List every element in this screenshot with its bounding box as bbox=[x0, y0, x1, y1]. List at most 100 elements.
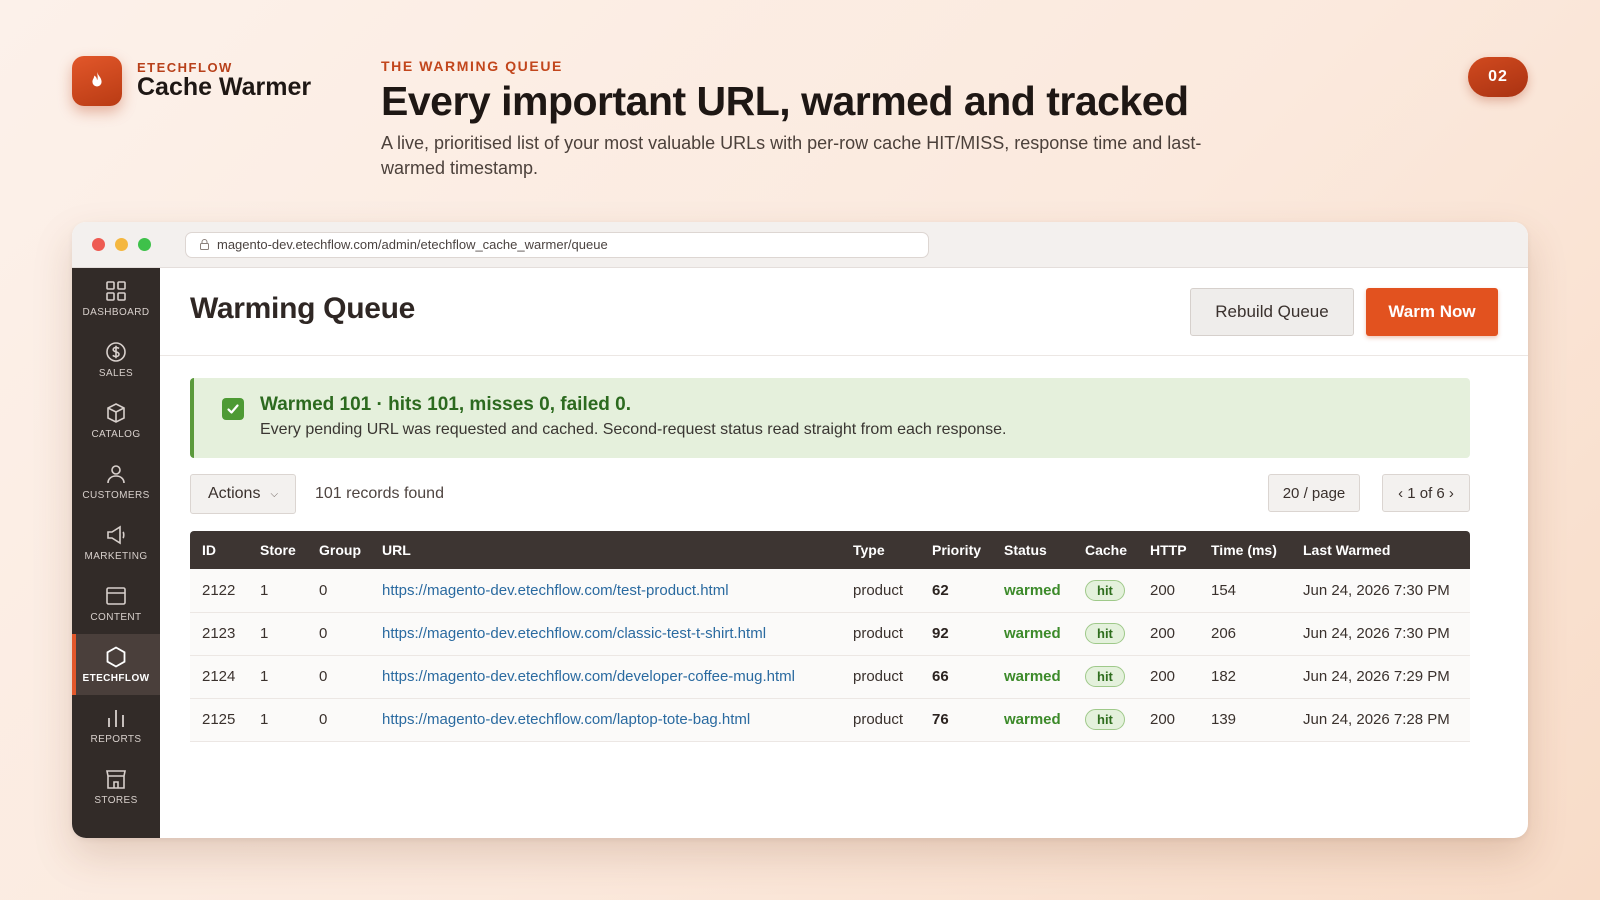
cell-group: 0 bbox=[307, 698, 370, 742]
cell-last-warmed: Jun 24, 2026 7:30 PM bbox=[1291, 569, 1470, 613]
cell-time: 206 bbox=[1199, 612, 1291, 656]
column-header[interactable]: HTTP bbox=[1138, 531, 1199, 569]
grid-icon bbox=[106, 280, 126, 301]
per-page-select[interactable]: 20 / page bbox=[1268, 474, 1360, 512]
cell-last-warmed: Jun 24, 2026 7:30 PM bbox=[1291, 612, 1470, 656]
actions-dropdown[interactable]: Actions ⌵ bbox=[190, 474, 296, 514]
cell-type: product bbox=[841, 698, 920, 742]
store-icon bbox=[106, 769, 126, 789]
brand-name: Cache Warmer bbox=[137, 73, 312, 101]
sidebar-item-dashboard[interactable]: DASHBOARD bbox=[72, 268, 160, 329]
address-bar-url: magento-dev.etechflow.com/admin/etechflo… bbox=[217, 237, 608, 252]
cell-type: product bbox=[841, 612, 920, 656]
cache-hit-badge: hit bbox=[1085, 709, 1125, 730]
sidebar-item-label: SALES bbox=[98, 367, 134, 379]
sidebar-item-label: CATALOG bbox=[91, 428, 141, 440]
table-row[interactable]: 2123 1 0 https://magento-dev.etechflow.com/… bbox=[190, 612, 1470, 656]
browser-window: magento-dev.etechflow.com/admin/etechflo… bbox=[72, 222, 1528, 838]
sidebar-item-label: MARKETING bbox=[84, 550, 148, 562]
cell-http: 200 bbox=[1138, 612, 1199, 656]
cell-url: https://magento-dev.etechflow.com/laptop… bbox=[370, 698, 841, 742]
address-bar[interactable]: magento-dev.etechflow.com/admin/etechflo… bbox=[185, 231, 929, 258]
main-content: Warming Queue Rebuild Queue Warm Now War… bbox=[160, 268, 1528, 838]
sidebar-item-reports[interactable]: REPORTS bbox=[72, 695, 160, 756]
lock-icon bbox=[200, 239, 209, 250]
cell-priority: 66 bbox=[920, 655, 992, 699]
table-row[interactable]: 2125 1 0 https://magento-dev.etechflow.com/… bbox=[190, 698, 1470, 742]
sidebar-item-label: STORES bbox=[94, 794, 138, 806]
grid-toolbar: Actions ⌵ 101 records found 20 / page ‹ … bbox=[190, 474, 1470, 514]
cell-priority: 62 bbox=[920, 569, 992, 613]
column-header[interactable]: Priority bbox=[920, 531, 992, 569]
column-header[interactable]: Group bbox=[307, 531, 370, 569]
sidebar-item-stores[interactable]: STORES bbox=[72, 756, 160, 817]
url-link[interactable]: https://magento-dev.etechflow.com/test-p… bbox=[382, 582, 729, 599]
layout-icon bbox=[106, 586, 126, 605]
window-titlebar: magento-dev.etechflow.com/admin/etechflo… bbox=[72, 222, 1528, 268]
cell-group: 0 bbox=[307, 569, 370, 613]
sidebar-item-sales[interactable]: SALES bbox=[72, 329, 160, 390]
hero: THE WARMING QUEUE Every important URL, w… bbox=[381, 58, 1261, 181]
column-header[interactable]: Last Warmed bbox=[1291, 531, 1470, 569]
url-link[interactable]: https://magento-dev.etechflow.com/laptop… bbox=[382, 711, 750, 728]
sidebar-item-label: CONTENT bbox=[90, 611, 142, 623]
sidebar-item-marketing[interactable]: MARKETING bbox=[72, 512, 160, 573]
notice-title: Warmed 101 · hits 101, misses 0, failed … bbox=[260, 394, 632, 415]
page-number-badge: 02 bbox=[1468, 57, 1528, 97]
dollar-icon bbox=[106, 341, 126, 362]
cell-cache: hit bbox=[1073, 655, 1138, 699]
sidebar-item-label: REPORTS bbox=[90, 733, 142, 745]
cell-group: 0 bbox=[307, 655, 370, 699]
cell-id: 2125 bbox=[190, 698, 248, 742]
cell-last-warmed: Jun 24, 2026 7:28 PM bbox=[1291, 698, 1470, 742]
column-header[interactable]: Store bbox=[248, 531, 307, 569]
sidebar-item-catalog[interactable]: CATALOG bbox=[72, 390, 160, 451]
pagination-control[interactable]: ‹ 1 of 6 › bbox=[1382, 474, 1470, 512]
column-header[interactable]: Cache bbox=[1073, 531, 1138, 569]
column-header[interactable]: Type bbox=[841, 531, 920, 569]
cell-status: warmed bbox=[992, 655, 1073, 699]
cell-type: product bbox=[841, 655, 920, 699]
brand: ETECHFLOW Cache Warmer bbox=[72, 56, 311, 106]
cell-url: https://magento-dev.etechflow.com/test-p… bbox=[370, 569, 841, 613]
cell-cache: hit bbox=[1073, 698, 1138, 742]
cell-status: warmed bbox=[992, 698, 1073, 742]
hexagon-icon bbox=[106, 645, 126, 668]
cell-id: 2123 bbox=[190, 612, 248, 656]
close-window-button[interactable] bbox=[92, 238, 105, 251]
admin-sidebar: DASHBOARD SALES CATALOG CUSTOMERS MARKET… bbox=[72, 268, 160, 838]
chevron-down-icon: ⌵ bbox=[270, 488, 279, 500]
url-link[interactable]: https://magento-dev.etechflow.com/develo… bbox=[382, 668, 795, 685]
cell-priority: 92 bbox=[920, 612, 992, 656]
column-header[interactable]: URL bbox=[370, 531, 841, 569]
flame-logo-icon bbox=[72, 56, 122, 106]
cell-id: 2122 bbox=[190, 569, 248, 613]
cell-store: 1 bbox=[248, 569, 307, 613]
url-link[interactable]: https://magento-dev.etechflow.com/classi… bbox=[382, 625, 766, 642]
cell-http: 200 bbox=[1138, 698, 1199, 742]
column-header[interactable]: ID bbox=[190, 531, 248, 569]
cell-status: warmed bbox=[992, 612, 1073, 656]
table-row[interactable]: 2122 1 0 https://magento-dev.etechflow.com/… bbox=[190, 569, 1470, 613]
sidebar-item-customers[interactable]: CUSTOMERS bbox=[72, 451, 160, 512]
user-icon bbox=[107, 464, 125, 483]
warm-now-button[interactable]: Warm Now bbox=[1366, 288, 1498, 336]
rebuild-queue-button[interactable]: Rebuild Queue bbox=[1190, 288, 1354, 336]
cell-time: 139 bbox=[1199, 698, 1291, 742]
cell-priority: 76 bbox=[920, 698, 992, 742]
cell-type: product bbox=[841, 569, 920, 613]
cell-store: 1 bbox=[248, 612, 307, 656]
minimize-window-button[interactable] bbox=[115, 238, 128, 251]
sidebar-item-etechflow[interactable]: ETECHFLOW bbox=[72, 634, 160, 695]
cell-http: 200 bbox=[1138, 569, 1199, 613]
megaphone-icon bbox=[107, 525, 125, 544]
column-header[interactable]: Status bbox=[992, 531, 1073, 569]
actions-label: Actions bbox=[207, 485, 261, 502]
maximize-window-button[interactable] bbox=[138, 238, 151, 251]
column-header[interactable]: Time (ms) bbox=[1199, 531, 1291, 569]
page-header: Warming Queue Rebuild Queue Warm Now bbox=[160, 268, 1528, 356]
cell-status: warmed bbox=[992, 569, 1073, 613]
table-row[interactable]: 2124 1 0 https://magento-dev.etechflow.com/… bbox=[190, 655, 1470, 699]
sidebar-item-content[interactable]: CONTENT bbox=[72, 573, 160, 634]
box-icon bbox=[107, 402, 125, 423]
